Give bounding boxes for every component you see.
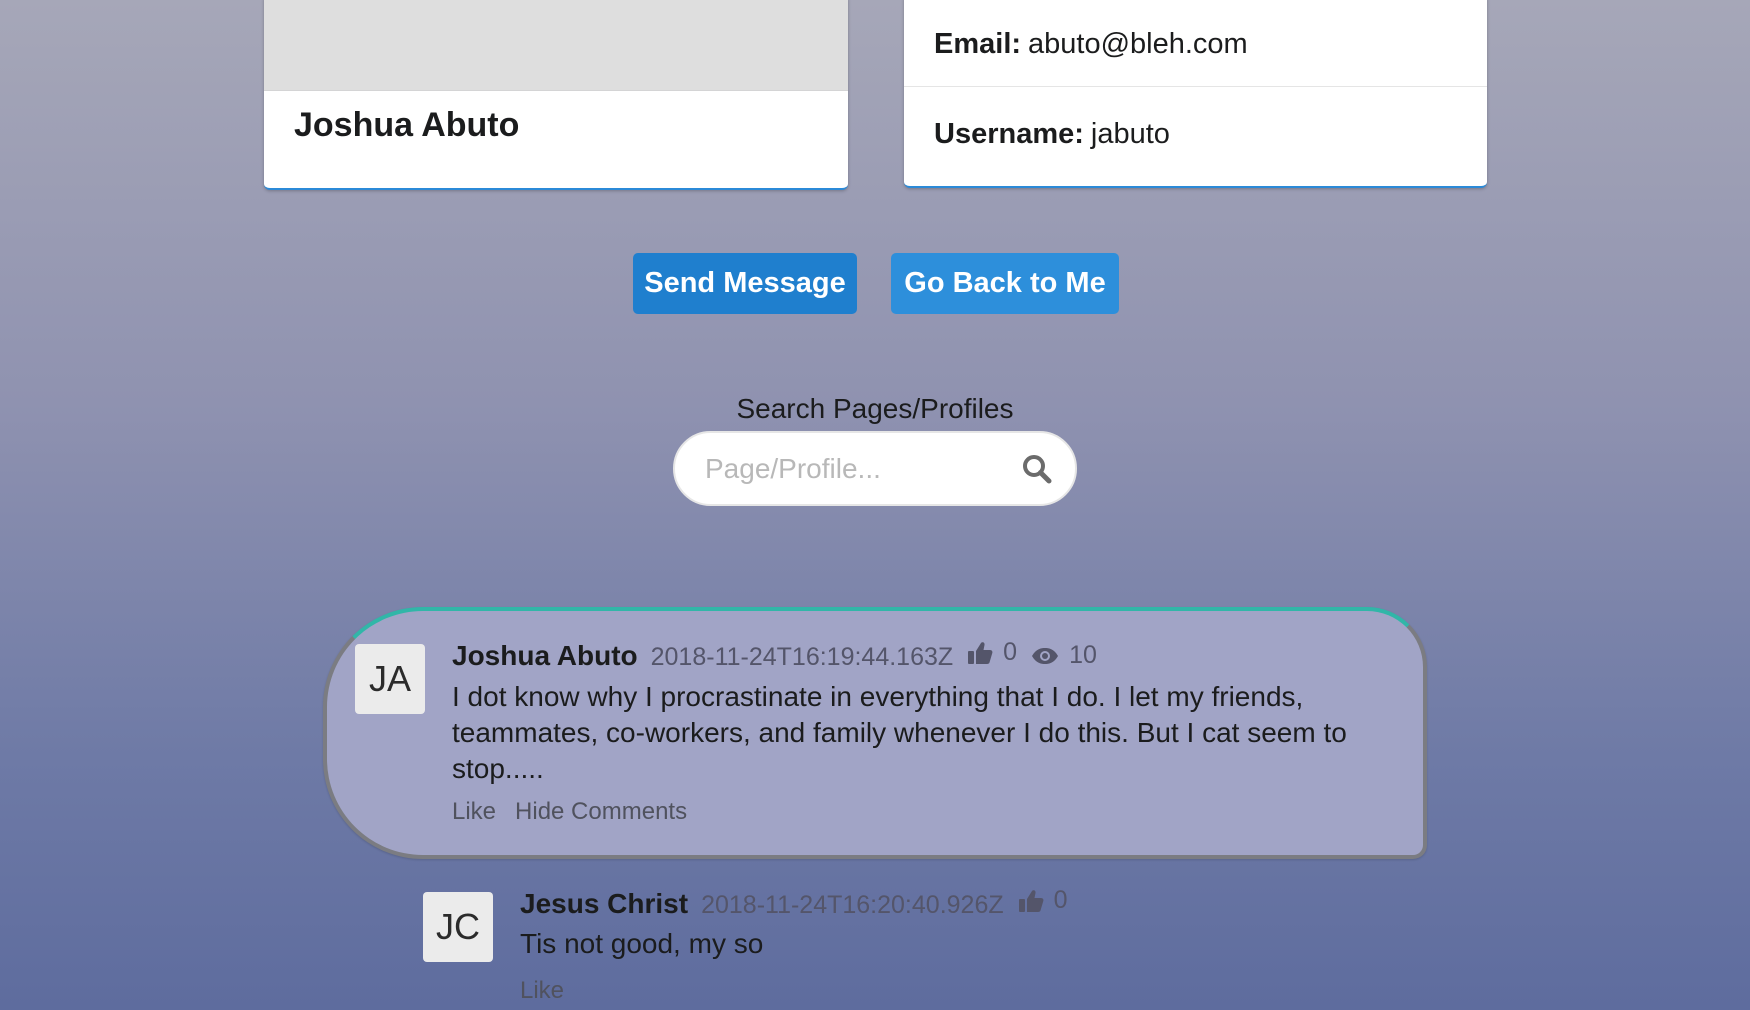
comment-timestamp: 2018-11-24T16:20:40.926Z: [701, 890, 1004, 919]
reply-comment: JC Jesus Christ 2018-11-24T16:20:40.926Z…: [423, 886, 1323, 1010]
search-icon[interactable]: [1021, 453, 1053, 485]
comment-timestamp: 2018-11-24T16:19:44.163Z: [650, 642, 954, 671]
comment-header: Joshua Abuto 2018-11-24T16:19:44.163Z 0 …: [452, 638, 1097, 672]
email-value: abuto@bleh.com: [1028, 27, 1248, 60]
eye-icon: [1032, 647, 1059, 664]
search-box: [673, 431, 1077, 506]
username-label: Username:: [934, 117, 1084, 150]
avatar[interactable]: JC: [423, 892, 493, 962]
like-button[interactable]: Like: [520, 977, 564, 1005]
profile-name: Joshua Abuto: [294, 106, 520, 144]
comment-text: I dot know why I procrastinate in everyt…: [452, 681, 1347, 784]
thumbs-up-icon: [1018, 889, 1044, 912]
send-message-button[interactable]: Send Message: [633, 253, 857, 314]
comment-text: Tis not good, my so: [520, 928, 764, 959]
profile-info-card: Email: abuto@bleh.com Username: jabuto: [904, 0, 1487, 188]
comment-actions: Like: [520, 977, 583, 1005]
comment-author[interactable]: Joshua Abuto: [452, 640, 638, 672]
comment-actions: Like Hide Comments: [452, 798, 706, 826]
comment-author[interactable]: Jesus Christ: [520, 888, 688, 920]
username-row: Username: jabuto: [904, 87, 1487, 181]
email-row: Email: abuto@bleh.com: [904, 0, 1487, 87]
hide-comments-button[interactable]: Hide Comments: [515, 798, 687, 826]
profile-card: Joshua Abuto: [264, 0, 848, 190]
username-value: jabuto: [1090, 117, 1170, 150]
email-label: Email:: [934, 27, 1022, 60]
comment-header: Jesus Christ 2018-11-24T16:20:40.926Z 0: [520, 886, 1068, 920]
like-count: 0: [967, 638, 1017, 667]
like-count-value: 0: [1053, 886, 1068, 914]
view-count-value: 10: [1069, 641, 1097, 669]
go-back-button[interactable]: Go Back to Me: [891, 253, 1119, 314]
view-count: 10: [1031, 641, 1097, 670]
avatar[interactable]: JA: [355, 644, 425, 714]
search-input[interactable]: [703, 451, 1007, 486]
search-label: Search Pages/Profiles: [736, 393, 1014, 424]
comment: JA Joshua Abuto 2018-11-24T16:19:44.163Z…: [323, 607, 1427, 859]
profile-image-placeholder: [264, 0, 848, 91]
thumbs-up-icon: [968, 641, 993, 664]
like-button[interactable]: Like: [452, 798, 496, 826]
like-count-value: 0: [1003, 638, 1018, 666]
like-count: 0: [1018, 886, 1068, 915]
